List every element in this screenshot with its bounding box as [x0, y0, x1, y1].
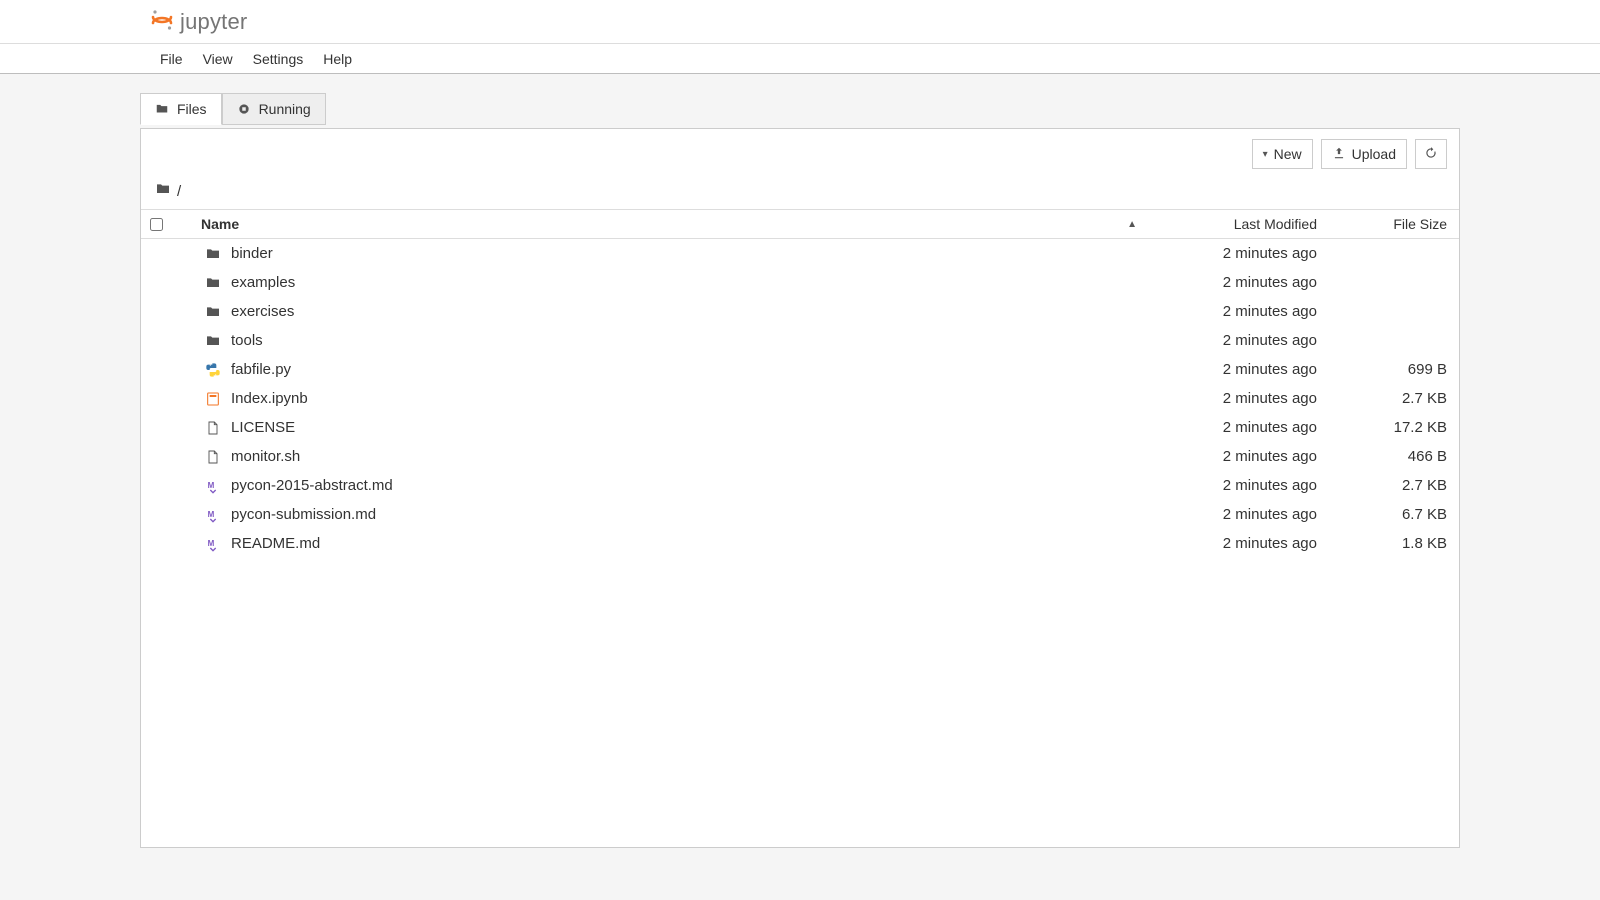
caret-down-icon: ▾ — [1263, 149, 1268, 160]
refresh-icon — [1424, 146, 1438, 163]
file-modified: 2 minutes ago — [1157, 477, 1327, 494]
file-icon — [205, 420, 221, 436]
menu-view[interactable]: View — [193, 46, 243, 72]
file-row[interactable]: binder 2 minutes ago — [141, 239, 1459, 268]
file-row[interactable]: M README.md 2 minutes ago1.8 KB — [141, 529, 1459, 558]
file-browser-panel: ▾ New Upload — [140, 128, 1460, 848]
file-modified: 2 minutes ago — [1157, 419, 1327, 436]
menu-bar: File View Settings Help — [0, 44, 1600, 74]
file-size: 2.7 KB — [1327, 390, 1447, 407]
upload-button[interactable]: Upload — [1321, 139, 1407, 169]
breadcrumb-path: / — [177, 183, 181, 200]
file-row[interactable]: Mpycon-submission.md 2 minutes ago6.7 KB — [141, 500, 1459, 529]
file-icon — [205, 449, 221, 465]
svg-text:M: M — [208, 510, 215, 519]
file-row[interactable]: fabfile.py 2 minutes ago699 B — [141, 355, 1459, 384]
new-button[interactable]: ▾ New — [1252, 139, 1313, 169]
file-name: pycon-2015-abstract.md — [231, 477, 393, 494]
file-name: fabfile.py — [231, 361, 291, 378]
menu-settings[interactable]: Settings — [243, 46, 314, 72]
file-modified: 2 minutes ago — [1157, 448, 1327, 465]
upload-icon — [1332, 146, 1346, 163]
folder-icon — [155, 102, 169, 116]
file-size: 17.2 KB — [1327, 419, 1447, 436]
column-modified-header[interactable]: Last Modified — [1157, 216, 1327, 232]
toolbar: ▾ New Upload — [141, 129, 1459, 175]
breadcrumb[interactable]: / — [141, 175, 1459, 209]
tab-files[interactable]: Files — [140, 93, 222, 125]
tab-running-label: Running — [259, 101, 311, 117]
folder-icon — [205, 304, 221, 320]
file-size: 6.7 KB — [1327, 506, 1447, 523]
jupyter-logo[interactable]: jupyter — [150, 8, 247, 35]
folder-icon — [205, 333, 221, 349]
folder-icon — [155, 181, 171, 201]
markdown-file-icon: M — [205, 478, 221, 494]
file-modified: 2 minutes ago — [1157, 245, 1327, 262]
upload-button-label: Upload — [1352, 146, 1396, 162]
file-name: pycon-submission.md — [231, 506, 376, 523]
markdown-file-icon: M — [205, 536, 221, 552]
menu-help[interactable]: Help — [313, 46, 362, 72]
file-name: monitor.sh — [231, 448, 300, 465]
file-row[interactable]: Index.ipynb 2 minutes ago2.7 KB — [141, 384, 1459, 413]
tab-files-label: Files — [177, 101, 207, 117]
jupyter-logo-icon — [150, 8, 174, 35]
file-size: 466 B — [1327, 448, 1447, 465]
sort-asc-icon[interactable]: ▲ — [1127, 219, 1137, 230]
file-size: 2.7 KB — [1327, 477, 1447, 494]
file-row[interactable]: exercises 2 minutes ago — [141, 297, 1459, 326]
file-size: 1.8 KB — [1327, 535, 1447, 552]
top-bar: jupyter — [0, 0, 1600, 44]
file-name: LICENSE — [231, 419, 295, 436]
file-name: Index.ipynb — [231, 390, 308, 407]
file-name: tools — [231, 332, 263, 349]
file-list-header: Name ▲ Last Modified File Size — [141, 209, 1459, 239]
file-row[interactable]: examples 2 minutes ago — [141, 268, 1459, 297]
tab-running[interactable]: Running — [222, 93, 326, 125]
file-row[interactable]: tools 2 minutes ago — [141, 326, 1459, 355]
select-all-checkbox[interactable] — [150, 218, 163, 231]
column-name-header[interactable]: Name — [171, 216, 239, 232]
markdown-file-icon: M — [205, 507, 221, 523]
svg-text:M: M — [208, 481, 215, 490]
file-size: 699 B — [1327, 361, 1447, 378]
menu-file[interactable]: File — [150, 46, 193, 72]
new-button-label: New — [1274, 146, 1302, 162]
file-name: exercises — [231, 303, 294, 320]
file-modified: 2 minutes ago — [1157, 361, 1327, 378]
refresh-button[interactable] — [1415, 139, 1447, 169]
file-name: binder — [231, 245, 273, 262]
file-row[interactable]: Mpycon-2015-abstract.md 2 minutes ago2.7 … — [141, 471, 1459, 500]
file-modified: 2 minutes ago — [1157, 303, 1327, 320]
file-name: README.md — [231, 535, 320, 552]
file-name: examples — [231, 274, 295, 291]
tab-strip: Files Running — [140, 92, 1460, 128]
file-row[interactable]: LICENSE 2 minutes ago17.2 KB — [141, 413, 1459, 442]
file-row[interactable]: monitor.sh 2 minutes ago466 B — [141, 442, 1459, 471]
svg-text:M: M — [208, 539, 215, 548]
file-modified: 2 minutes ago — [1157, 274, 1327, 291]
file-modified: 2 minutes ago — [1157, 332, 1327, 349]
jupyter-logo-text: jupyter — [180, 9, 247, 35]
python-file-icon — [205, 362, 221, 378]
notebook-file-icon — [205, 391, 221, 407]
column-size-header[interactable]: File Size — [1327, 216, 1447, 232]
folder-icon — [205, 246, 221, 262]
running-icon — [237, 102, 251, 116]
folder-icon — [205, 275, 221, 291]
file-modified: 2 minutes ago — [1157, 390, 1327, 407]
file-modified: 2 minutes ago — [1157, 506, 1327, 523]
file-modified: 2 minutes ago — [1157, 535, 1327, 552]
